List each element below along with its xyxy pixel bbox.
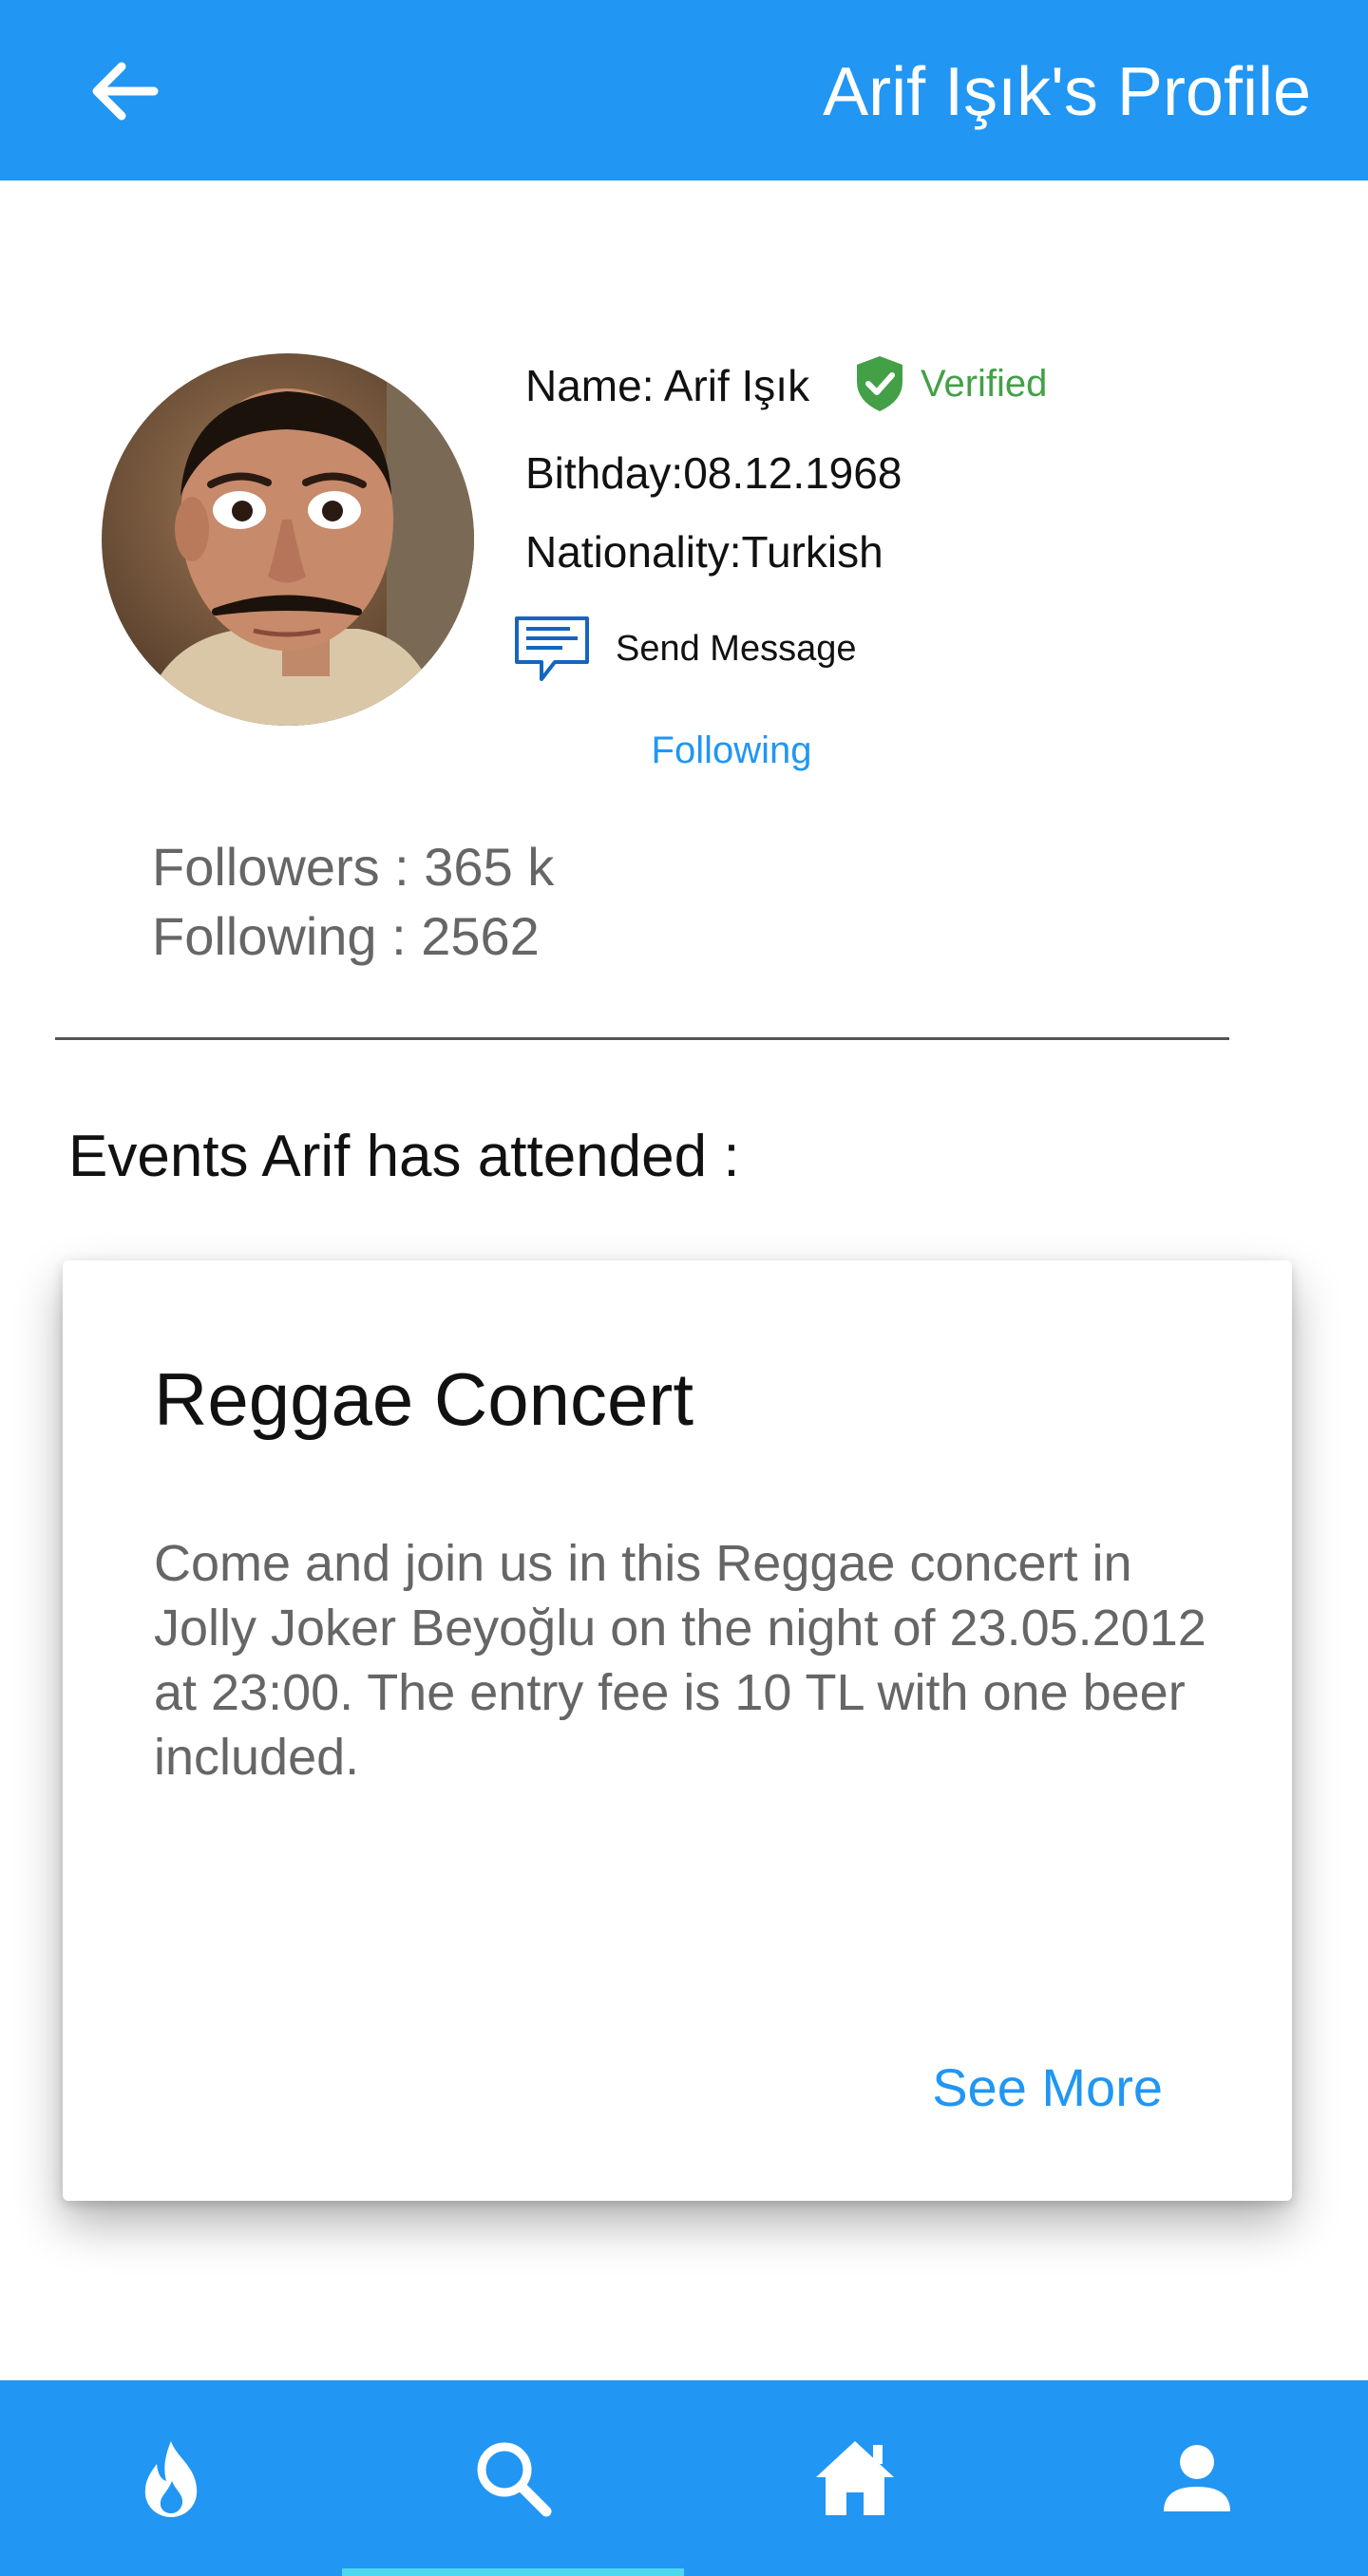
verified-shield-icon <box>857 356 902 411</box>
person-icon <box>1164 2445 1230 2511</box>
nav-item-profile[interactable] <box>1026 2380 1368 2576</box>
flame-icon <box>144 2441 198 2517</box>
home-icon <box>816 2441 894 2515</box>
profile-name: Name: Arif Işık <box>525 361 810 410</box>
event-card: Reggae Concert Come and join us in this … <box>63 1260 1292 2201</box>
profile-birthday: Bithday:08.12.1968 <box>525 448 902 498</box>
app-bar: Arif Işık's Profile <box>0 0 1368 180</box>
verified-badge: Verified <box>852 353 1047 414</box>
verified-label: Verified <box>921 363 1048 405</box>
send-message-button[interactable]: Send Message <box>513 613 857 685</box>
nav-item-trending[interactable] <box>0 2380 342 2576</box>
event-title: Reggae Concert <box>154 1357 694 1441</box>
profile-nationality: Nationality:Turkish <box>525 527 884 577</box>
divider <box>55 1037 1229 1040</box>
avatar <box>102 353 474 726</box>
chat-message-icon <box>515 616 589 681</box>
events-section-title: Events Arif has attended : <box>68 1124 740 1189</box>
nav-item-search[interactable] <box>342 2380 684 2576</box>
see-more-button[interactable]: See More <box>932 2055 1163 2121</box>
event-description: Come and join us in this Reggae concert … <box>154 1535 1206 1786</box>
send-message-label: Send Message <box>616 629 857 669</box>
page-title: Arif Işık's Profile <box>823 54 1311 130</box>
nav-selected-indicator <box>342 2568 684 2576</box>
back-button[interactable] <box>86 55 162 127</box>
search-icon <box>477 2442 552 2517</box>
following-count: Following : 2562 <box>152 906 540 966</box>
bottom-nav <box>0 2380 1368 2576</box>
arrow-left-icon <box>92 62 159 121</box>
nav-item-home[interactable] <box>684 2380 1026 2576</box>
following-button[interactable]: Following <box>627 724 836 777</box>
followers-count: Followers : 365 k <box>152 837 555 897</box>
